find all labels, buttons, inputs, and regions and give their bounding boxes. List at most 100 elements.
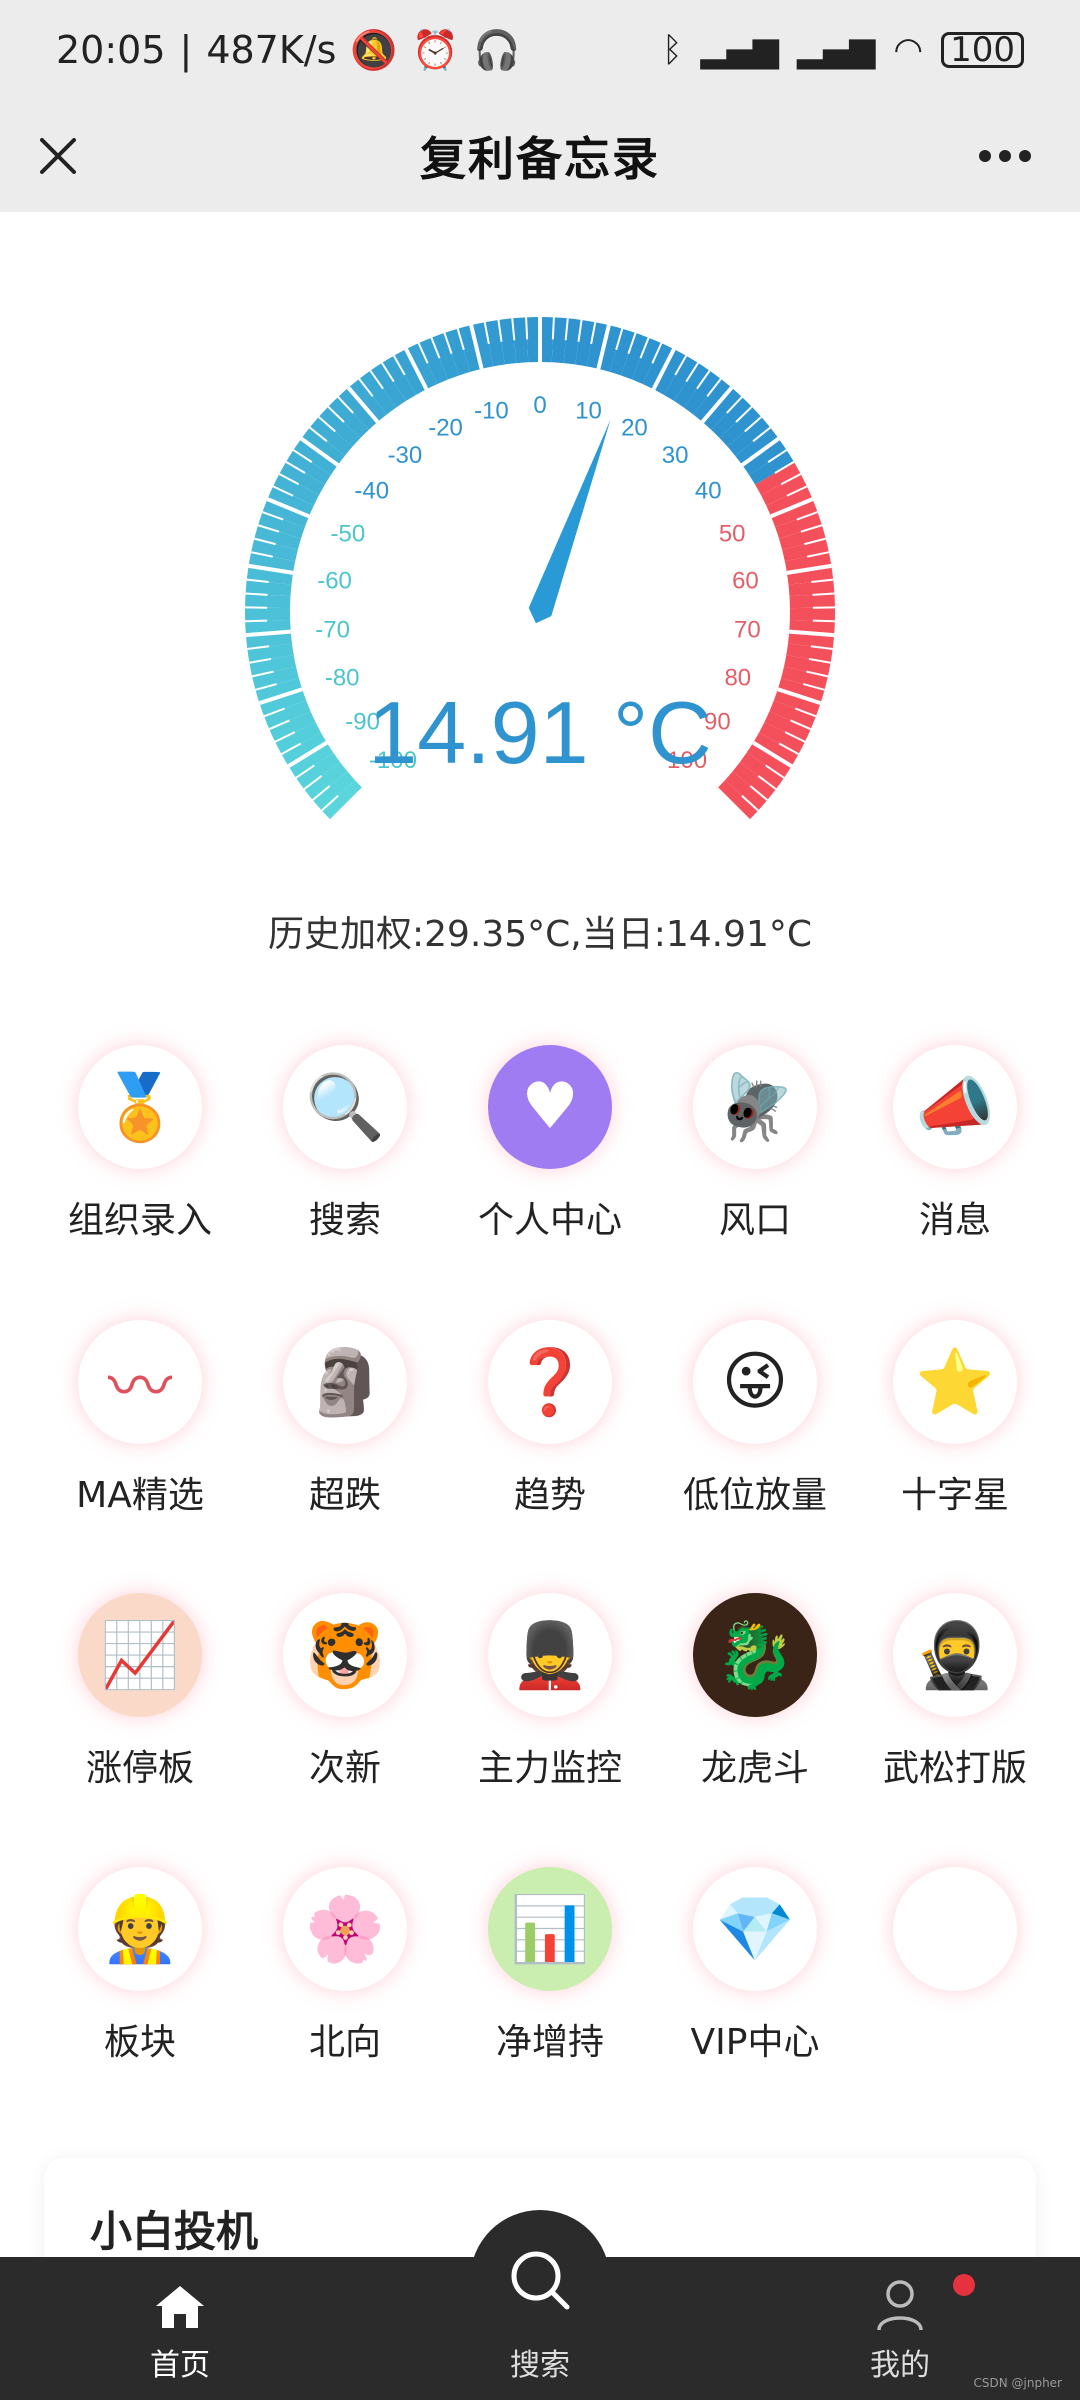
signal-icon: ▂▄▆ bbox=[700, 30, 779, 70]
gauge-tick bbox=[812, 619, 835, 623]
menu-item[interactable]: 🏅 组织录入 bbox=[40, 1045, 240, 1243]
mute-icon: 🔕 bbox=[350, 27, 398, 72]
menu-item-label: 趋势 bbox=[513, 1475, 586, 1516]
menu-item-label: 组织录入 bbox=[67, 1200, 212, 1241]
menu-item[interactable]: 🪰 风口 bbox=[655, 1045, 855, 1243]
gauge-tick-label: -50 bbox=[330, 520, 365, 547]
menu-item[interactable]: 💎 VIP中心 bbox=[655, 1867, 855, 2065]
growth-chart-icon: 📊 bbox=[488, 1867, 612, 1991]
gauge-tick-label: 70 bbox=[734, 616, 761, 643]
statue-icon: 🗿 bbox=[283, 1320, 407, 1444]
gauge-tick-label: -10 bbox=[474, 398, 509, 425]
more-button[interactable] bbox=[970, 128, 1040, 184]
gauge-reading: 14.91 °C bbox=[368, 683, 712, 782]
user-icon bbox=[877, 2280, 923, 2331]
gauge-tick bbox=[812, 592, 835, 596]
gauge-tick-label: 20 bbox=[621, 415, 648, 442]
watermark: CSDN @jnpher bbox=[973, 2376, 1062, 2390]
megaphone-icon: 📣 bbox=[893, 1045, 1017, 1169]
menu-item-label: 风口 bbox=[718, 1200, 791, 1241]
dragon-tiger-icon: 🐉 bbox=[693, 1593, 817, 1717]
gauge-tick-label: -70 bbox=[315, 616, 350, 643]
menu-item[interactable]: ⭐ 十字星 bbox=[855, 1320, 1055, 1518]
menu-item-label: 武松打版 bbox=[882, 1748, 1027, 1789]
tiger-icon: 🐯 bbox=[283, 1593, 407, 1717]
menu-item-label: MA精选 bbox=[76, 1475, 204, 1516]
menu-item-label: 次新 bbox=[308, 1748, 381, 1789]
close-button[interactable] bbox=[30, 128, 86, 184]
menu-item[interactable]: 😜 低位放量 bbox=[655, 1320, 855, 1518]
menu-item-label: VIP中心 bbox=[690, 2022, 820, 2063]
gauge-tick bbox=[551, 317, 555, 340]
rising-coins-icon: 📈 bbox=[78, 1593, 202, 1717]
award-team-icon: 🏅 bbox=[78, 1045, 202, 1169]
menu-item[interactable]: 🗿 超跌 bbox=[245, 1320, 445, 1518]
title-bar: 复利备忘录 bbox=[0, 100, 1080, 212]
network-speed: 487K/s bbox=[206, 28, 337, 72]
menu-item[interactable]: 〰 MA精选 bbox=[40, 1320, 240, 1518]
heartbeat-icon: 〰 bbox=[78, 1320, 202, 1444]
bluetooth-icon: ᛒ bbox=[662, 30, 683, 70]
status-left: 20:05 | 487K/s 🔕 ⏰ 🎧 bbox=[56, 28, 520, 73]
menu-item[interactable]: ❓ 趋势 bbox=[450, 1320, 650, 1518]
alarm-icon: ⏰ bbox=[411, 27, 460, 72]
page-title: 复利备忘录 bbox=[420, 132, 660, 186]
search-icon bbox=[511, 2251, 570, 2310]
warrior-icon: 🥷 bbox=[893, 1593, 1017, 1717]
menu-item[interactable]: 🐉 龙虎斗 bbox=[655, 1593, 855, 1791]
wifi-icon: ◠ bbox=[893, 30, 924, 70]
menu-item[interactable]: 📊 净增持 bbox=[450, 1867, 650, 2065]
status-right: ᛒ ▂▄▆ ▂▄▆ ◠ 100 bbox=[662, 30, 1024, 70]
gauge-tick-label: 40 bbox=[695, 478, 722, 505]
menu-item-label: 低位放量 bbox=[682, 1475, 827, 1516]
menu-item-label: 涨停板 bbox=[85, 1748, 194, 1789]
menu-item[interactable]: 📈 涨停板 bbox=[40, 1593, 240, 1791]
menu-item[interactable]: 👷 板块 bbox=[40, 1867, 240, 2065]
gauge-arc-segment bbox=[789, 607, 835, 622]
menu-item[interactable]: 🐯 次新 bbox=[245, 1593, 445, 1791]
menu-item[interactable]: 💂 主力监控 bbox=[450, 1593, 650, 1791]
menu-item[interactable]: 🌸 北向 bbox=[245, 1867, 445, 2065]
status-bar: 20:05 | 487K/s 🔕 ⏰ 🎧 ᛒ ▂▄▆ ▂▄▆ ◠ 100 bbox=[0, 0, 1080, 100]
gauge-tick-label: 30 bbox=[662, 442, 689, 469]
gauge-needle bbox=[528, 419, 611, 624]
menu-item[interactable]: 🥷 武松打版 bbox=[855, 1593, 1055, 1791]
status-separator: | bbox=[179, 28, 193, 72]
menu-item-label: 北向 bbox=[308, 2022, 381, 2063]
gauge-tick-label: 60 bbox=[732, 567, 759, 594]
magnifier-icon: 🔍 bbox=[283, 1045, 407, 1169]
tab-home[interactable]: 首页 bbox=[80, 2257, 280, 2400]
gauge-tick-label: 10 bbox=[575, 398, 602, 425]
menu-item[interactable]: 📣 消息 bbox=[855, 1045, 1055, 1243]
gauge-tick bbox=[245, 592, 268, 596]
gauge-arc-segment bbox=[526, 317, 540, 363]
menu-item[interactable]: 🔍 搜索 bbox=[245, 1045, 445, 1243]
menu-item-label: 净增持 bbox=[495, 2022, 604, 2063]
blank-icon bbox=[893, 1867, 1017, 1991]
diamond-icon: 💎 bbox=[693, 1867, 817, 1991]
gauge-tick-label: -30 bbox=[388, 442, 423, 469]
menu-item-label: 搜索 bbox=[308, 1200, 381, 1241]
star-flag-icon: ⭐ bbox=[893, 1320, 1017, 1444]
builder-icon: 👷 bbox=[78, 1867, 202, 1991]
soldier-icon: 💂 bbox=[488, 1593, 612, 1717]
signal-hd-icon: ▂▄▆ bbox=[796, 30, 876, 70]
menu-item-label: 龙虎斗 bbox=[700, 1748, 809, 1789]
menu-item[interactable]: ♥ 个人中心 bbox=[450, 1045, 650, 1243]
gauge-tick-label: -60 bbox=[317, 567, 352, 594]
battery-icon: 100 bbox=[941, 32, 1024, 68]
tab-mine-label: 我的 bbox=[870, 2348, 930, 2383]
gauge-tick-label: 0 bbox=[533, 392, 546, 419]
menu-item[interactable] bbox=[855, 1867, 1055, 2013]
menu-item-label: 个人中心 bbox=[477, 1200, 622, 1241]
close-icon bbox=[40, 138, 76, 174]
gauge-tick-label: -40 bbox=[354, 478, 389, 505]
headphones-icon: 🎧 bbox=[473, 27, 521, 72]
menu-item-label: 十字星 bbox=[900, 1475, 1009, 1516]
search-fab[interactable] bbox=[470, 2210, 610, 2350]
temperature-gauge: -100 -90 -80 -70 -60 -50 -40 -30 -20 -10 0 10 20 30 40… bbox=[0, 212, 1080, 852]
gauge-tick bbox=[525, 317, 529, 340]
menu-item-label: 主力监控 bbox=[477, 1748, 622, 1789]
menu-item-label: 超跌 bbox=[308, 1475, 381, 1516]
heart-icon: ♥ bbox=[488, 1045, 612, 1169]
